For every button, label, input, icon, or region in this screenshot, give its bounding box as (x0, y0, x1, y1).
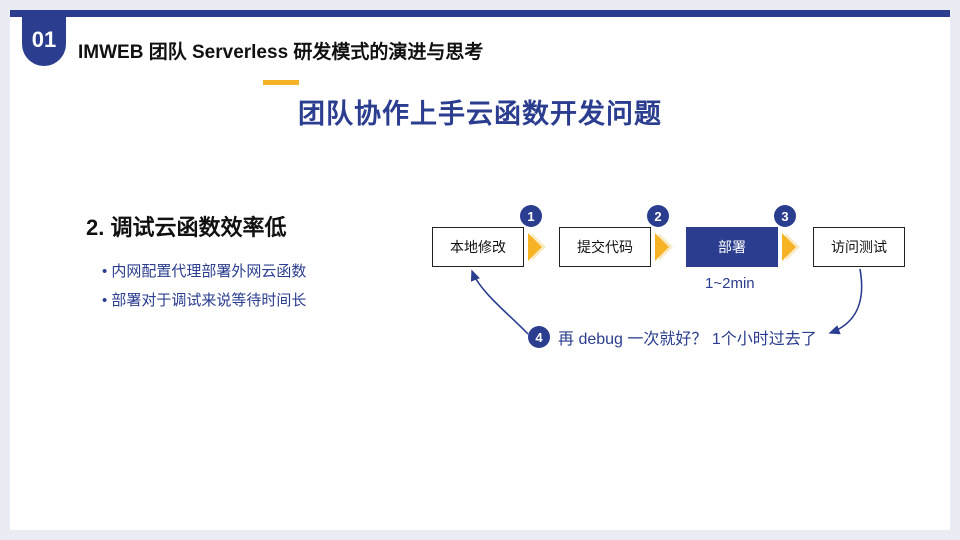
page-title: 团队协作上手云函数开发问题 (10, 92, 950, 131)
list-item: 内网配置代理部署外网云函数 (102, 257, 306, 286)
list-item: 部署对于调试来说等待时间长 (102, 286, 306, 315)
accent-bar (263, 80, 299, 85)
pipeline-diagram: 1 2 3 本地修改 提交代码 部署 访问测试 1~2min 4 再 debug… (410, 197, 910, 377)
feedback-caption: 4 再 debug 一次就好？ 1个小时过去了 (528, 325, 817, 349)
section-heading: 2. 调试云函数效率低 (86, 210, 286, 242)
step-badge-4: 4 (528, 326, 550, 348)
slide: 01 IMWEB 团队 Serverless 研发模式的演进与思考 团队协作上手… (10, 10, 950, 530)
feedback-text: 再 debug 一次就好？ 1个小时过去了 (558, 325, 817, 349)
bullet-list: 内网配置代理部署外网云函数 部署对于调试来说等待时间长 (102, 257, 306, 316)
breadcrumb: IMWEB 团队 Serverless 研发模式的演进与思考 (78, 37, 483, 64)
section-number-tab: 01 (22, 14, 66, 66)
